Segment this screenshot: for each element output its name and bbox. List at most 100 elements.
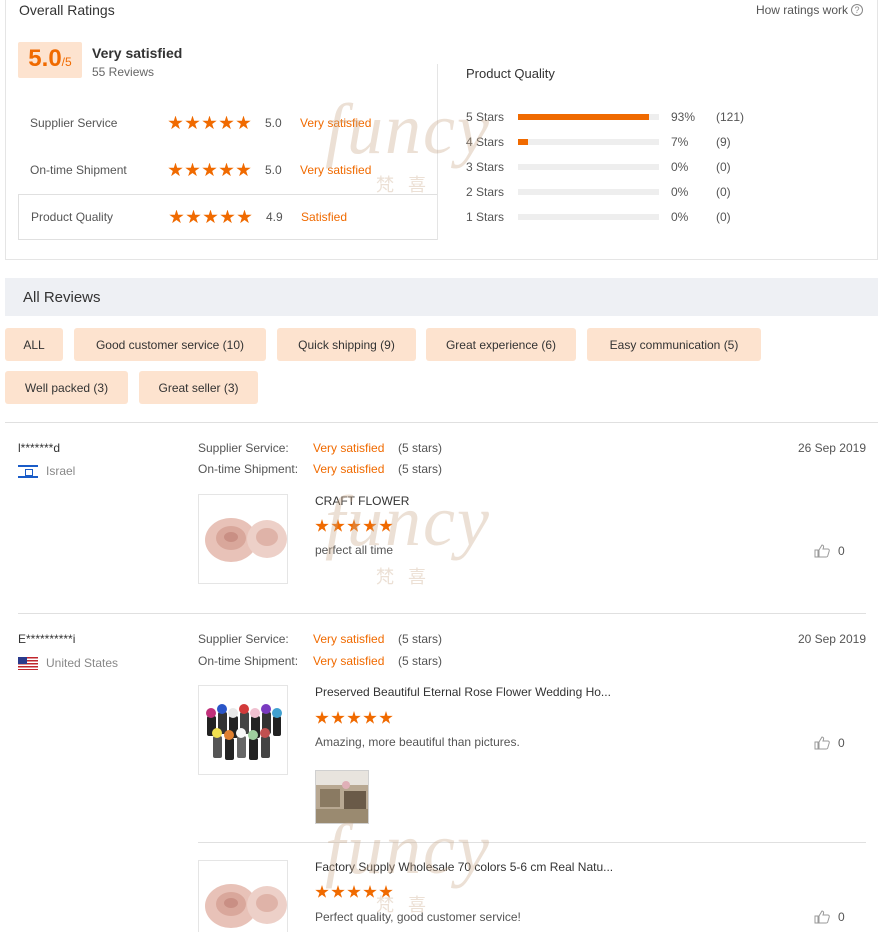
reviewer-country: Israel bbox=[18, 464, 75, 478]
rating-value: Very satisfied bbox=[313, 441, 385, 455]
star-icon bbox=[363, 885, 377, 898]
divider bbox=[198, 842, 866, 843]
distribution-bar-fill bbox=[518, 139, 528, 145]
review-photo-thumbnail[interactable] bbox=[315, 770, 369, 824]
star-rating bbox=[169, 209, 252, 225]
thumbs-up-icon[interactable] bbox=[814, 910, 830, 924]
star-icon bbox=[315, 519, 329, 532]
overall-ratings-title: Overall Ratings bbox=[19, 2, 115, 18]
metric-score: 4.9 bbox=[266, 210, 283, 224]
distribution-label: 3 Stars bbox=[466, 160, 505, 174]
tag-well-packed[interactable]: Well packed (3) bbox=[5, 371, 128, 404]
distribution-label: 1 Stars bbox=[466, 210, 505, 224]
star-icon bbox=[363, 711, 377, 724]
distribution-label: 5 Stars bbox=[466, 110, 505, 124]
tag-good-customer-service[interactable]: Good customer service (10) bbox=[74, 328, 266, 361]
star-icon bbox=[185, 162, 200, 177]
star-icon bbox=[236, 115, 251, 130]
review-comment: perfect all time bbox=[315, 543, 394, 557]
divider bbox=[437, 64, 438, 240]
product-thumbnail[interactable] bbox=[198, 685, 288, 775]
distribution-count: (0) bbox=[716, 185, 731, 199]
distribution-bar bbox=[518, 114, 659, 120]
thumbs-up-icon[interactable] bbox=[814, 544, 830, 558]
like-button[interactable]: 0 bbox=[814, 544, 845, 558]
metric-supplier-service: Supplier Service 5.0 Very satisfied bbox=[18, 100, 438, 146]
tag-easy-communication[interactable]: Easy communication (5) bbox=[587, 328, 761, 361]
distribution-label: 2 Stars bbox=[466, 185, 505, 199]
star-icon bbox=[315, 885, 329, 898]
distribution-bar-fill bbox=[518, 114, 650, 120]
star-icon bbox=[169, 209, 184, 224]
rating-value: Very satisfied bbox=[313, 462, 385, 476]
star-icon bbox=[202, 115, 217, 130]
reviewer-name: E**********i bbox=[18, 632, 76, 646]
rating-stars: (5 stars) bbox=[398, 632, 443, 646]
help-icon[interactable]: ? bbox=[851, 4, 863, 16]
like-button[interactable]: 0 bbox=[814, 910, 845, 924]
star-icon bbox=[203, 209, 218, 224]
star-icon bbox=[202, 162, 217, 177]
tag-quick-shipping[interactable]: Quick shipping (9) bbox=[277, 328, 416, 361]
rating-stars: (5 stars) bbox=[398, 654, 443, 668]
metric-name: On-time Shipment bbox=[30, 163, 127, 177]
rating-stars: (5 stars) bbox=[398, 441, 443, 455]
metric-score: 5.0 bbox=[265, 163, 282, 177]
star-icon bbox=[185, 115, 200, 130]
supplier-service-rating: Supplier Service: Very satisfied (5 star… bbox=[198, 632, 442, 646]
country-name: Israel bbox=[46, 464, 76, 478]
overall-score-max: /5 bbox=[61, 55, 72, 69]
star-icon bbox=[236, 162, 251, 177]
distribution-count: (0) bbox=[716, 160, 731, 174]
rating-stars: (5 stars) bbox=[398, 462, 443, 476]
distribution-bar bbox=[518, 214, 659, 220]
tag-all[interactable]: ALL bbox=[5, 328, 63, 361]
product-star-rating bbox=[315, 711, 393, 725]
star-icon bbox=[331, 885, 345, 898]
product-star-rating bbox=[315, 885, 393, 899]
product-title-link[interactable]: Factory Supply Wholesale 70 colors 5-6 c… bbox=[315, 860, 613, 874]
divider bbox=[5, 422, 878, 423]
like-count: 0 bbox=[838, 544, 845, 558]
distribution-count: (121) bbox=[716, 110, 745, 124]
rating-distribution-row: 4 Stars 7% (9) bbox=[466, 134, 756, 150]
star-icon bbox=[347, 519, 361, 532]
star-icon bbox=[331, 519, 345, 532]
star-icon bbox=[237, 209, 252, 224]
how-ratings-label[interactable]: How ratings work bbox=[756, 3, 848, 17]
product-title-link[interactable]: Preserved Beautiful Eternal Rose Flower … bbox=[315, 685, 611, 699]
thumbs-up-icon[interactable] bbox=[814, 736, 830, 750]
metric-label: Very satisfied bbox=[300, 116, 372, 130]
rating-key: Supplier Service: bbox=[198, 632, 289, 646]
metric-name: Product Quality bbox=[31, 210, 114, 224]
rating-value: Very satisfied bbox=[313, 654, 385, 668]
rating-distribution-row: 5 Stars 93% (121) bbox=[466, 109, 756, 125]
product-thumbnail[interactable] bbox=[198, 860, 288, 932]
tag-great-seller[interactable]: Great seller (3) bbox=[139, 371, 258, 404]
metric-on-time-shipment: On-time Shipment 5.0 Very satisfied bbox=[18, 147, 438, 193]
rating-key: Supplier Service: bbox=[198, 441, 289, 455]
tag-great-experience[interactable]: Great experience (6) bbox=[426, 328, 576, 361]
product-title-link[interactable]: CRAFT FLOWER bbox=[315, 494, 409, 508]
how-ratings-work-link[interactable]: How ratings work ? bbox=[756, 3, 863, 17]
distribution-percent: 0% bbox=[671, 185, 689, 199]
rating-distribution-row: 3 Stars 0% (0) bbox=[466, 159, 756, 175]
reviewer-country: United States bbox=[18, 656, 118, 670]
star-icon bbox=[186, 209, 201, 224]
rose-product-image bbox=[199, 495, 287, 583]
rating-key: On-time Shipment: bbox=[198, 462, 299, 476]
all-reviews-title: All Reviews bbox=[23, 288, 101, 306]
star-icon bbox=[379, 711, 393, 724]
rose-product-image bbox=[199, 861, 287, 932]
distribution-label: 4 Stars bbox=[466, 135, 505, 149]
reviewer-name: l*******d bbox=[18, 441, 61, 455]
review-date: 26 Sep 2019 bbox=[797, 441, 866, 455]
reviews-count: 55 Reviews bbox=[92, 65, 155, 79]
product-quality-title: Product Quality bbox=[466, 66, 555, 81]
metric-product-quality[interactable]: Product Quality 4.9 Satisfied bbox=[18, 194, 438, 240]
flag-us-icon bbox=[18, 656, 38, 670]
star-icon bbox=[219, 115, 234, 130]
watermark-subtext: 梵喜 bbox=[375, 567, 440, 588]
like-button[interactable]: 0 bbox=[814, 736, 845, 750]
product-thumbnail[interactable] bbox=[198, 494, 288, 584]
